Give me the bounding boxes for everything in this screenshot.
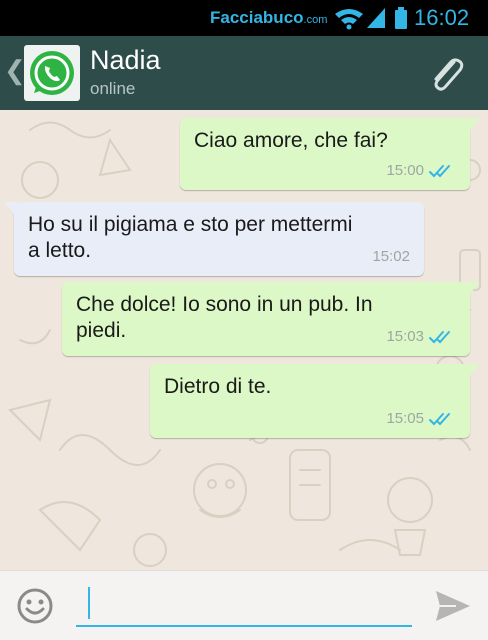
message-text: Che dolce! Io sono in un pub. In piedi. xyxy=(76,292,373,344)
contact-status: online xyxy=(90,79,136,98)
message-bubble-incoming[interactable]: Ho su il pigiama e sto per mettermi a le… xyxy=(4,202,424,276)
smiley-icon[interactable] xyxy=(16,587,54,625)
message-text: Ciao amore, che fai? xyxy=(194,128,388,154)
clock: 16:02 xyxy=(414,5,470,30)
message-bubble-outgoing[interactable]: Che dolce! Io sono in un pub. In piedi. … xyxy=(62,282,480,356)
whatsapp-logo-icon xyxy=(30,51,74,95)
message-line: Ho su il pigiama e sto per mettermi xyxy=(28,213,353,236)
message-text: Ho su il pigiama e sto per mettermi a le… xyxy=(28,212,352,264)
message-meta: 15:03 xyxy=(386,324,456,350)
chevron-left-icon[interactable]: ❮ xyxy=(4,55,26,86)
message-text: Dietro di te. xyxy=(164,374,271,400)
contact-name[interactable]: Nadia xyxy=(90,45,161,76)
read-ticks-icon xyxy=(429,165,450,178)
battery-icon xyxy=(395,7,407,29)
message-time: 15:05 xyxy=(386,410,424,427)
message-meta: 15:05 xyxy=(386,406,456,432)
message-bubble-outgoing[interactable]: Dietro di te. 15:05 xyxy=(150,364,480,438)
paperclip-icon[interactable] xyxy=(424,52,468,96)
read-ticks-icon xyxy=(429,331,450,344)
message-line: Ciao amore, che fai? xyxy=(194,129,388,152)
message-line: a letto. xyxy=(28,239,92,262)
message-list[interactable]: Ciao amore, che fai? 15:00 Ho su il pigi… xyxy=(0,110,488,570)
message-composer xyxy=(0,570,488,640)
wifi-icon xyxy=(335,9,363,30)
carrier-brand-suffix: .com xyxy=(303,14,328,26)
message-time: 15:02 xyxy=(372,248,410,265)
status-icons xyxy=(335,7,407,30)
text-caret xyxy=(88,587,90,619)
message-line: Dietro di te. xyxy=(164,375,272,398)
message-time: 15:03 xyxy=(386,328,424,345)
status-bar: Facciabuco.com 16:02 xyxy=(0,0,488,36)
read-ticks-icon xyxy=(429,413,450,426)
carrier-brand: Facciabuco.com xyxy=(210,8,327,28)
bubble-tail xyxy=(4,202,16,216)
message-input[interactable] xyxy=(76,581,412,627)
chat-header: ❮ Nadia online xyxy=(0,36,488,110)
bubble-tail xyxy=(468,282,480,296)
bubble-tail xyxy=(468,364,480,378)
message-line: piedi. xyxy=(76,319,127,342)
message-time: 15:00 xyxy=(386,162,424,179)
message-meta: 15:02 xyxy=(372,244,410,270)
send-arrow-icon[interactable] xyxy=(434,589,472,623)
message-meta: 15:00 xyxy=(386,158,456,184)
message-line: Che dolce! Io sono in un pub. In xyxy=(76,293,373,316)
bubble-tail xyxy=(468,118,480,132)
message-bubble-outgoing[interactable]: Ciao amore, che fai? 15:00 xyxy=(180,118,480,190)
avatar[interactable] xyxy=(24,45,80,101)
carrier-brand-main: Facciabuco xyxy=(210,8,304,27)
signal-icon xyxy=(367,8,385,28)
